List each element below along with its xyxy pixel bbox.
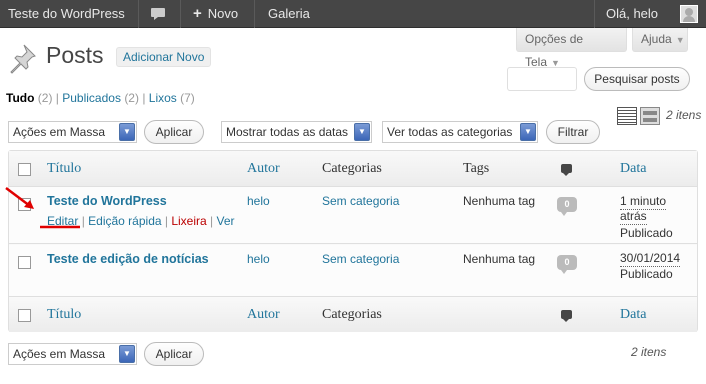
dates-value: Mostrar todas as datas <box>226 125 349 139</box>
filter-trash[interactable]: Lixos <box>149 91 177 105</box>
chevron-down-icon: ▼ <box>354 123 370 141</box>
annotation-arrow-icon <box>5 187 80 229</box>
posts-table: Título Autor Categorias Tags Data Teste … <box>8 150 698 332</box>
admin-bar-divider <box>180 0 181 28</box>
dates-select[interactable]: Mostrar todas as datas ▼ <box>221 121 372 143</box>
avatar-icon[interactable] <box>680 5 698 23</box>
page-title: Posts <box>46 42 104 68</box>
admin-bar-divider <box>594 0 595 28</box>
chevron-down-icon: ▼ <box>520 123 536 141</box>
admin-bar: Teste do WordPress + Novo Galeria Olá, he… <box>0 0 706 28</box>
bulk-actions-select[interactable]: Ações em Massa ▼ <box>8 121 137 143</box>
list-view-icon[interactable] <box>617 107 637 125</box>
pushpin-icon <box>10 44 36 74</box>
post-title-link[interactable]: Teste de edição de notícias <box>47 252 209 266</box>
gallery-menu[interactable]: Galeria <box>268 0 310 28</box>
column-title[interactable]: Título <box>47 307 81 323</box>
table-footer: Título Autor Categorias Data <box>9 296 697 332</box>
filter-all-count: (2) <box>37 91 53 105</box>
column-author[interactable]: Autor <box>247 307 280 323</box>
date-line-2: atrás <box>620 209 647 225</box>
comment-bubble-icon[interactable] <box>150 0 168 28</box>
tags-cell: Nenhuma tag <box>463 194 536 208</box>
new-label: Novo <box>207 6 239 21</box>
excerpt-view-icon[interactable] <box>640 107 660 125</box>
trash-link[interactable]: Lixeira <box>171 214 206 228</box>
account-greeting[interactable]: Olá, helo <box>606 0 658 28</box>
column-tags: Tags <box>463 161 490 176</box>
search-input[interactable] <box>507 67 577 91</box>
tags-cell: Nenhuma tag <box>463 252 536 266</box>
apply-button[interactable]: Aplicar <box>144 120 204 144</box>
site-name-link[interactable]: Teste do WordPress <box>8 0 125 28</box>
comments-column-icon[interactable] <box>561 310 572 322</box>
column-title[interactable]: Título <box>47 161 81 177</box>
admin-bar-divider <box>138 0 139 28</box>
triangle-down-icon: ▼ <box>675 35 685 45</box>
filter-published[interactable]: Publicados <box>62 91 121 105</box>
column-author[interactable]: Autor <box>247 161 280 177</box>
bulk-actions-select[interactable]: Ações em Massa ▼ <box>8 343 137 365</box>
post-status: Publicado <box>620 267 673 281</box>
add-new-button[interactable]: Adicionar Novo <box>116 47 212 67</box>
plus-icon: + <box>193 5 202 22</box>
help-label: Ajuda <box>641 32 672 46</box>
comments-column-icon[interactable] <box>561 164 572 176</box>
search-posts-button[interactable]: Pesquisar posts <box>584 67 690 91</box>
items-count: 2 itens <box>631 345 667 359</box>
categories-select[interactable]: Ver todas as categorias ▼ <box>382 121 538 143</box>
column-categories: Categorias <box>322 161 382 176</box>
filter-published-count: (2) <box>124 91 139 105</box>
new-content-menu[interactable]: + Novo <box>193 0 238 28</box>
status-filters: Tudo (2) | Publicados (2) | Lixos (7) <box>6 91 195 105</box>
date-line-1: 1 minuto <box>620 194 667 210</box>
category-link[interactable]: Sem categoria <box>322 194 399 208</box>
bulk-actions-value: Ações em Massa <box>13 125 106 139</box>
bulk-actions-value: Ações em Massa <box>13 347 106 361</box>
chevron-down-icon: ▼ <box>119 345 135 363</box>
row-checkbox[interactable] <box>18 256 31 269</box>
post-status: Publicado <box>620 226 673 240</box>
category-link[interactable]: Sem categoria <box>322 252 399 266</box>
author-link[interactable]: helo <box>247 194 270 208</box>
column-date[interactable]: Data <box>620 161 646 177</box>
table-row: Teste de edição de notícias helo Sem cat… <box>9 245 697 296</box>
chevron-down-icon: ▼ <box>119 123 135 141</box>
apply-button[interactable]: Aplicar <box>144 342 204 366</box>
column-categories: Categorias <box>322 307 382 322</box>
table-row: Teste do WordPress Editar | Edição rápid… <box>9 187 697 244</box>
filter-button[interactable]: Filtrar <box>546 120 600 144</box>
select-all-checkbox[interactable] <box>18 309 31 322</box>
items-count: 2 itens <box>666 108 702 122</box>
column-date[interactable]: Data <box>620 307 646 323</box>
categories-value: Ver todas as categorias <box>387 125 513 139</box>
admin-bar-divider <box>254 0 255 28</box>
select-all-checkbox[interactable] <box>18 163 31 176</box>
date-line-1: 30/01/2014 <box>620 251 681 267</box>
comment-count-badge[interactable]: 0 <box>557 255 577 274</box>
filter-trash-count: (7) <box>180 91 195 105</box>
author-link[interactable]: helo <box>247 252 270 266</box>
view-link[interactable]: Ver <box>217 214 235 228</box>
screen-options-button[interactable]: Opções de Tela ▼ <box>516 28 627 69</box>
table-header: Título Autor Categorias Tags Data <box>9 151 697 187</box>
comment-count-badge[interactable]: 0 <box>557 197 577 216</box>
quick-edit-link[interactable]: Edição rápida <box>88 214 161 228</box>
help-button[interactable]: Ajuda ▼ <box>632 28 688 52</box>
filter-all[interactable]: Tudo <box>6 91 34 105</box>
